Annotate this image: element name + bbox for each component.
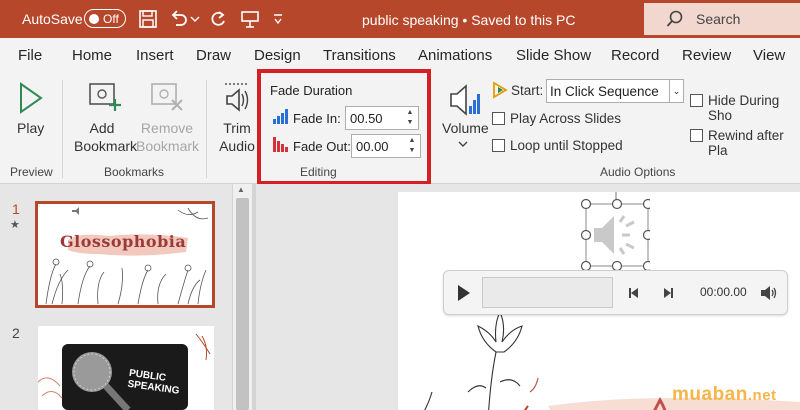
scroll-up-icon[interactable]: ▲ <box>237 185 245 194</box>
slide-thumbnail-2[interactable]: PUBLIC SPEAKING <box>38 326 214 410</box>
present-icon[interactable] <box>240 9 260 29</box>
volume-icon <box>450 84 480 116</box>
document-title: public speaking • Saved to this PC <box>362 12 576 28</box>
add-bookmark-label: Add Bookmark <box>74 119 137 155</box>
slide-1-preview <box>45 207 209 305</box>
trim-audio-label: Trim Audio <box>219 119 255 155</box>
start-dropdown[interactable]: In Click Sequence ⌄ <box>546 79 684 103</box>
tab-file[interactable]: File <box>18 47 42 64</box>
mute-icon[interactable] <box>760 285 778 301</box>
start-icon <box>493 81 508 99</box>
thumbnail-scrollbar[interactable]: ▲ <box>232 184 252 410</box>
audio-object[interactable] <box>580 192 650 272</box>
search-icon <box>666 10 683 27</box>
title-bar: AutoSave Off public speaking • Saved to … <box>0 0 800 38</box>
slide-number-2: 2 <box>12 325 20 341</box>
save-icon[interactable] <box>138 9 158 29</box>
add-bookmark-icon <box>89 83 121 111</box>
play-across-slides-checkbox[interactable] <box>492 112 505 125</box>
animation-star-icon: ★ <box>10 219 20 231</box>
trim-audio-icon <box>225 83 249 112</box>
play-across-slides-label: Play Across Slides <box>510 111 622 126</box>
trim-audio-line1: Trim <box>223 120 251 136</box>
watermark-logo: muaban.net <box>672 384 777 406</box>
undo-dropdown-icon[interactable] <box>190 9 200 29</box>
volume-label: Volume <box>442 120 489 136</box>
autosave-toggle[interactable]: Off <box>84 9 126 28</box>
watermark-brand: muaban <box>672 384 748 405</box>
trim-audio-line2: Audio <box>219 138 255 154</box>
search-label: Search <box>696 11 741 27</box>
tab-record[interactable]: Record <box>611 47 659 64</box>
tab-transitions[interactable]: Transitions <box>323 47 396 64</box>
loop-until-stopped-label: Loop until Stopped <box>510 138 623 153</box>
rewind-after-playing-label: Rewind after Pla <box>708 128 784 158</box>
group-label-preview: Preview <box>10 165 53 179</box>
remove-bookmark-icon <box>151 83 183 111</box>
add-bookmark-line1: Add <box>89 120 115 136</box>
search-box[interactable]: Search <box>644 3 800 35</box>
start-value: In Click Sequence <box>550 84 659 99</box>
redo-icon[interactable] <box>208 9 228 29</box>
remove-bookmark-line1: Remove <box>140 120 194 136</box>
audio-seek-bar[interactable] <box>482 277 613 308</box>
loop-until-stopped-checkbox[interactable] <box>492 139 505 152</box>
tab-home[interactable]: Home <box>72 47 112 64</box>
volume-dropdown-icon <box>458 141 468 147</box>
group-label-audio-options: Audio Options <box>600 165 676 179</box>
skip-back-icon[interactable] <box>628 287 640 299</box>
tab-view[interactable]: View <box>753 47 785 64</box>
autosave-state: Off <box>103 12 119 26</box>
toggle-knob <box>89 13 99 24</box>
rewind-after-playing-checkbox[interactable] <box>690 129 703 142</box>
chevron-down-icon: ⌄ <box>669 80 683 102</box>
hide-during-show-label: Hide During Sho <box>708 93 780 123</box>
slide-canvas: 00:00.00 <box>256 184 800 410</box>
player-play-icon[interactable] <box>456 284 472 302</box>
hide-during-show-checkbox[interactable] <box>690 94 703 107</box>
slide-number-1: 1 <box>12 201 20 217</box>
tab-draw[interactable]: Draw <box>196 47 231 64</box>
watermark-tld: .net <box>747 387 777 404</box>
start-label: Start: <box>511 83 544 98</box>
tab-animations[interactable]: Animations <box>418 47 492 64</box>
customize-toolbar-icon[interactable] <box>272 9 284 29</box>
play-icon <box>20 82 43 114</box>
play-label: Play <box>17 120 45 136</box>
scrollbar-thumb[interactable] <box>236 198 249 410</box>
autosave-label: AutoSave <box>22 11 83 27</box>
separator <box>206 80 207 178</box>
slide-thumbnail-1[interactable]: Glossophobia <box>35 201 215 308</box>
remove-bookmark-label: Remove Bookmark <box>136 119 200 155</box>
add-bookmark-line2: Bookmark <box>74 138 138 154</box>
separator <box>62 80 63 178</box>
tab-review[interactable]: Review <box>682 47 731 64</box>
undo-icon[interactable] <box>168 9 188 29</box>
remove-bookmark-line2: Bookmark <box>136 138 200 154</box>
slide-1-title: Glossophobia <box>60 232 187 251</box>
group-label-bookmarks: Bookmarks <box>104 165 165 179</box>
audio-time: 00:00.00 <box>700 285 747 299</box>
tab-slide-show[interactable]: Slide Show <box>516 47 591 64</box>
skip-forward-icon[interactable] <box>662 287 674 299</box>
tab-insert[interactable]: Insert <box>136 47 174 64</box>
audio-player: 00:00.00 <box>443 270 788 315</box>
tab-design[interactable]: Design <box>254 47 301 64</box>
editing-highlight-box <box>257 69 431 185</box>
